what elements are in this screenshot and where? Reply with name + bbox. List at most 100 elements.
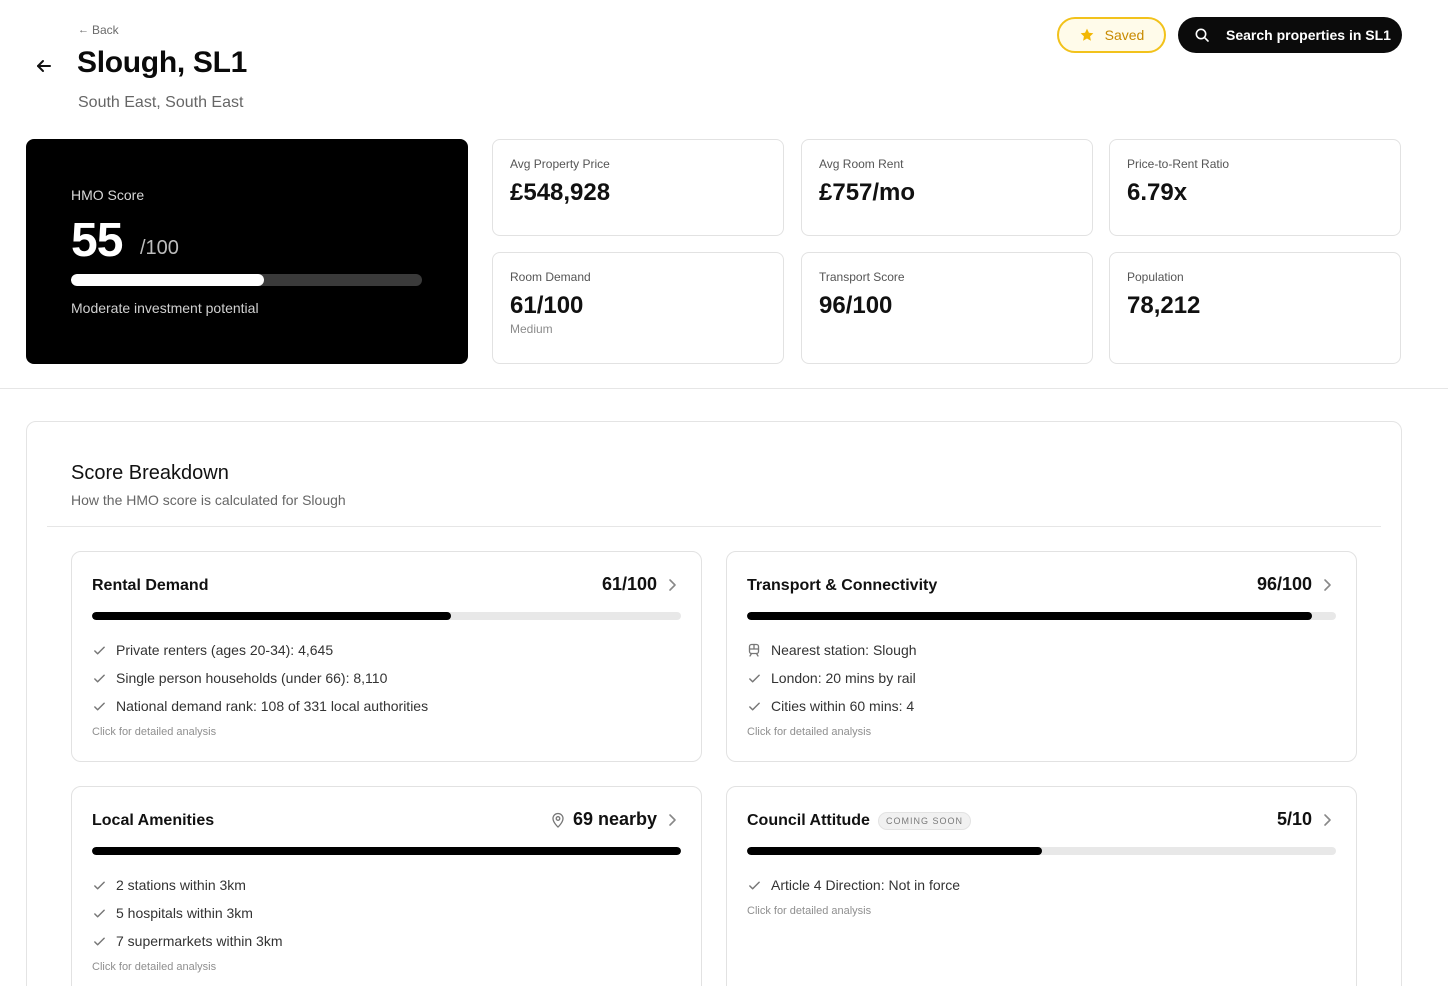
list-item-text: Cities within 60 mins: 4: [771, 698, 915, 714]
back-link[interactable]: ← Back: [78, 23, 119, 37]
factor-score: 96/100: [1256, 574, 1312, 594]
saved-button[interactable]: Saved: [1057, 17, 1166, 53]
factor-progress-fill: [92, 847, 681, 855]
score-breakdown-panel: Score Breakdown How the HMO score is cal…: [26, 421, 1402, 986]
saved-label: Saved: [1104, 27, 1145, 43]
list-item-text: Article 4 Direction: Not in force: [771, 877, 961, 893]
stat-label: Avg Property Price: [510, 157, 610, 171]
score-breakdown-subtitle: How the HMO score is calculated for Slou…: [71, 492, 346, 508]
factor-name: Council Attitude COMING SOON: [747, 812, 971, 830]
factor-card-local-amenities[interactable]: Local Amenities 69 nearby 2 stations wit…: [71, 786, 702, 986]
arrow-left-icon: [37, 60, 51, 72]
list-item-text: 7 supermarkets within 3km: [116, 933, 283, 949]
factor-name-text: Council Attitude: [747, 812, 870, 829]
divider: [47, 526, 1381, 527]
list-item: Nearest station: Slough: [747, 636, 917, 664]
back-button[interactable]: [30, 52, 58, 80]
factor-progress: [747, 612, 1336, 620]
list-item: 2 stations within 3km: [92, 871, 283, 899]
list-item-text: Private renters (ages 20-34): 4,645: [116, 642, 334, 658]
factor-score: 61/100: [601, 574, 657, 594]
check-icon: [92, 671, 106, 685]
chevron-right-icon: [1324, 579, 1331, 591]
list-item-text: 2 stations within 3km: [116, 877, 246, 893]
factor-score-value: 69 nearby: [572, 809, 657, 829]
factor-progress-fill: [747, 612, 1313, 620]
factor-progress: [747, 847, 1336, 855]
list-item: Article 4 Direction: Not in force: [747, 871, 960, 899]
chevron-right-icon: [1324, 814, 1331, 826]
check-icon: [747, 671, 761, 685]
arrow-left-icon: ←: [78, 24, 89, 36]
hmo-score-value: 55: [71, 214, 123, 267]
list-item: London: 20 mins by rail: [747, 664, 917, 692]
detailed-analysis-hint: Click for detailed analysis: [747, 726, 872, 738]
factor-progress-fill: [747, 847, 1042, 855]
search-icon: [1195, 28, 1209, 42]
hmo-score-label: HMO Score: [71, 187, 145, 203]
list-item-text: 5 hospitals within 3km: [116, 905, 253, 921]
check-icon: [92, 906, 106, 920]
check-icon: [92, 643, 106, 657]
list-item: 7 supermarkets within 3km: [92, 927, 283, 955]
stat-label: Room Demand: [510, 270, 591, 284]
stat-card-avg-room-rent: Avg Room Rent £757/mo: [801, 139, 1093, 236]
stat-value: 96/100: [819, 292, 893, 319]
detailed-analysis-hint: Click for detailed analysis: [747, 905, 872, 917]
stat-value: 61/100: [510, 292, 584, 319]
page-title: Slough, SL1: [77, 46, 248, 79]
stat-value: £548,928: [510, 179, 611, 206]
list-item: Cities within 60 mins: 4: [747, 692, 917, 720]
page-subtitle: South East, South East: [78, 94, 244, 111]
star-icon: [1080, 28, 1093, 41]
factor-name: Rental Demand: [92, 577, 209, 594]
search-label: Search properties in SL1: [1226, 27, 1391, 43]
factor-progress: [92, 612, 681, 620]
chevron-right-icon: [669, 579, 676, 591]
hmo-score-progress: [71, 274, 422, 286]
list-item-text: Nearest station: Slough: [771, 642, 917, 658]
hmo-score-card: HMO Score 55 /100 Moderate investment po…: [26, 139, 468, 364]
factor-card-transport-connectivity[interactable]: Transport & Connectivity 96/100 Nearest …: [726, 551, 1357, 762]
check-icon: [92, 878, 106, 892]
factor-score: 5/10: [1276, 809, 1312, 829]
stat-card-transport-score: Transport Score 96/100: [801, 252, 1093, 364]
map-pin-icon: [552, 812, 564, 828]
factor-name: Local Amenities: [92, 812, 215, 829]
factor-progress-fill: [92, 612, 452, 620]
detailed-analysis-hint: Click for detailed analysis: [92, 961, 217, 973]
hmo-score-max: /100: [140, 237, 179, 259]
stat-label: Avg Room Rent: [819, 157, 904, 171]
list-item-text: Single person households (under 66): 8,1…: [116, 670, 388, 686]
check-icon: [92, 934, 106, 948]
check-icon: [747, 699, 761, 713]
stat-value: £757/mo: [819, 179, 916, 206]
back-link-label: Back: [92, 23, 119, 37]
detailed-analysis-hint: Click for detailed analysis: [92, 726, 217, 738]
list-item: 5 hospitals within 3km: [92, 899, 283, 927]
stat-card-price-to-rent-ratio: Price-to-Rent Ratio 6.79x: [1109, 139, 1401, 236]
factor-name: Transport & Connectivity: [747, 577, 938, 594]
factor-card-rental-demand[interactable]: Rental Demand 61/100 Private renters (ag…: [71, 551, 702, 762]
stat-value: 6.79x: [1127, 179, 1188, 206]
stat-label: Transport Score: [819, 270, 905, 284]
check-icon: [92, 699, 106, 713]
list-item: Private renters (ages 20-34): 4,645: [92, 636, 428, 664]
factor-progress: [92, 847, 681, 855]
train-icon: [747, 643, 761, 657]
stat-card-room-demand: Room Demand 61/100 Medium: [492, 252, 784, 364]
list-item: Single person households (under 66): 8,1…: [92, 664, 428, 692]
list-item-text: National demand rank: 108 of 331 local a…: [116, 698, 429, 714]
factor-card-council-attitude[interactable]: Council Attitude COMING SOON 5/10 Articl…: [726, 786, 1357, 986]
coming-soon-badge: COMING SOON: [877, 812, 971, 830]
stat-card-population: Population 78,212: [1109, 252, 1401, 364]
factor-score: 69 nearby: [551, 809, 657, 830]
stat-sublabel: Medium: [510, 322, 553, 336]
list-item-text: London: 20 mins by rail: [771, 670, 916, 686]
hmo-score-description: Moderate investment potential: [71, 300, 259, 316]
hmo-score-progress-fill: [71, 274, 265, 286]
section-divider: [0, 388, 1448, 389]
stat-label: Price-to-Rent Ratio: [1127, 157, 1230, 171]
search-properties-button[interactable]: Search properties in SL1: [1178, 17, 1402, 53]
stat-value: 78,212: [1127, 292, 1201, 319]
